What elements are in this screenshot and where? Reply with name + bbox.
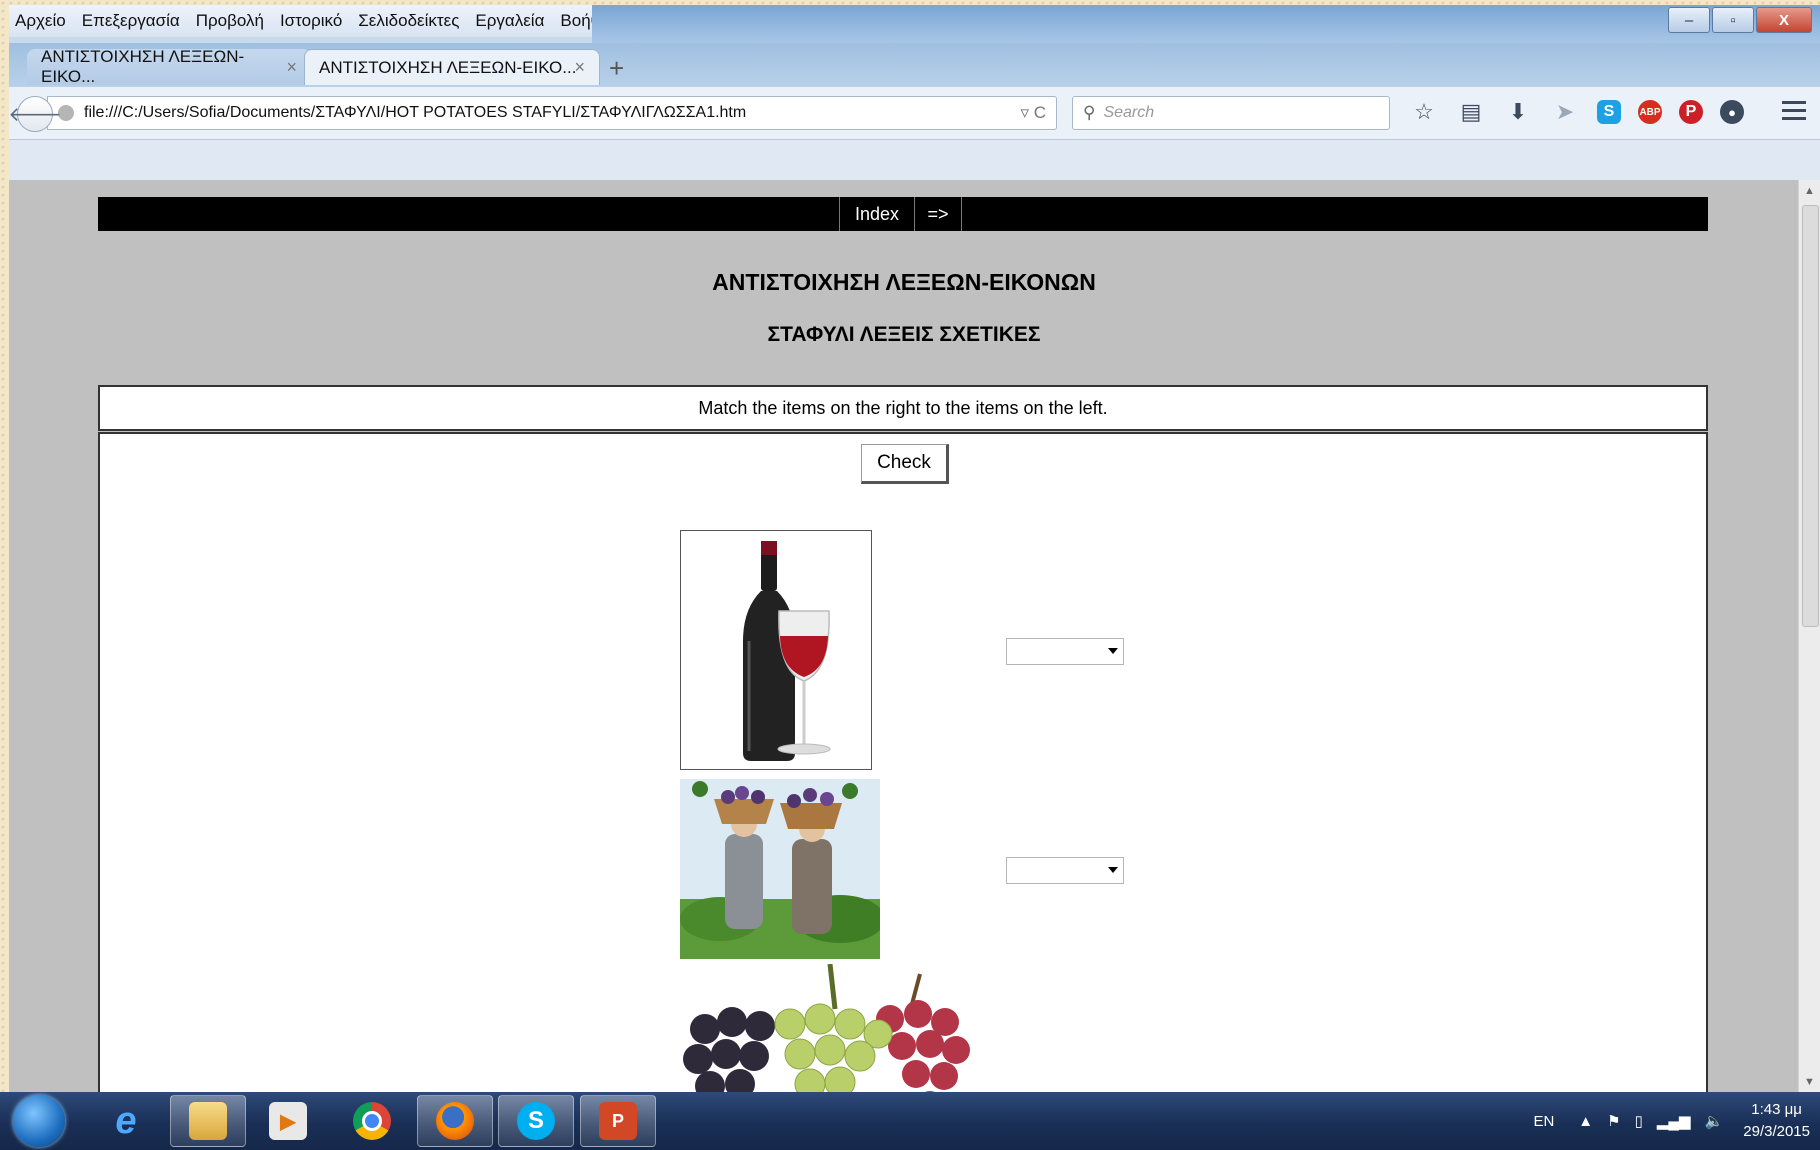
firefox-icon bbox=[436, 1102, 474, 1140]
search-icon: ⚲ bbox=[1083, 103, 1096, 122]
tab-1[interactable]: ΑΝΤΙΣΤΟΙΧΗΣΗ ΛΕΞΕΩΝ-ΕΙΚΟ... × bbox=[27, 47, 311, 86]
scrollbar-thumb[interactable] bbox=[1802, 205, 1819, 627]
wine-image bbox=[680, 530, 872, 770]
chevron-down-icon bbox=[1108, 648, 1118, 654]
scroll-down-icon[interactable]: ▼ bbox=[1804, 1076, 1815, 1088]
taskbar-app-media-player[interactable]: ▶ bbox=[250, 1095, 326, 1147]
adblock-icon[interactable]: ABP bbox=[1638, 100, 1662, 124]
clock-date: 29/3/2015 bbox=[1743, 1123, 1810, 1140]
maximize-button[interactable]: ▫ bbox=[1712, 7, 1754, 33]
tab-strip: ΑΝΤΙΣΤΟΙΧΗΣΗ ΛΕΞΕΩΝ-ΕΙΚΟ... × ΑΝΤΙΣΤΟΙΧΗ… bbox=[9, 43, 1820, 87]
harvest-image bbox=[680, 779, 885, 959]
language-indicator[interactable]: EN bbox=[1533, 1113, 1554, 1130]
reload-icon[interactable]: ▿ C bbox=[1020, 103, 1046, 123]
page-subtitle: ΣΤΑΦΥΛΙ ΛΕΞΕΙΣ ΣΧΕΤΙΚΕΣ bbox=[767, 323, 1041, 346]
volume-icon[interactable]: 🔈 bbox=[1705, 1112, 1724, 1130]
taskbar-app-internet-explorer[interactable]: e bbox=[88, 1095, 164, 1147]
menu-edit[interactable]: Επεξεργασία bbox=[82, 11, 180, 31]
folder-icon bbox=[189, 1102, 227, 1140]
grapes-image bbox=[680, 963, 1000, 1092]
back-button[interactable]: 🡐 bbox=[9, 96, 62, 132]
index-button[interactable]: Index bbox=[839, 197, 915, 231]
menu-history[interactable]: Ιστορικό bbox=[280, 11, 342, 31]
menu-bookmarks[interactable]: Σελιδοδείκτες bbox=[358, 11, 459, 31]
reading-list-icon[interactable]: ▤ bbox=[1456, 95, 1486, 129]
tab-close-icon[interactable]: × bbox=[574, 57, 585, 78]
match-select-2[interactable] bbox=[1006, 857, 1124, 884]
url-text: file:///C:/Users/Sofia/Documents/ΣΤΑΦΥΛΙ… bbox=[84, 104, 747, 121]
page-title: ΑΝΤΙΣΤΟΙΧΗΣΗ ΛΕΞΕΩΝ-ΕΙΚΟΝΩΝ bbox=[712, 269, 1096, 295]
taskbar-app-file-explorer[interactable] bbox=[170, 1095, 246, 1147]
star-icon[interactable]: ☆ bbox=[1409, 95, 1439, 129]
menu-file[interactable]: Αρχείο bbox=[15, 11, 66, 31]
media-player-icon: ▶ bbox=[269, 1102, 307, 1140]
search-placeholder: Search bbox=[1103, 104, 1155, 121]
menu-bar: Αρχείο Επεξεργασία Προβολή Ιστορικό Σελι… bbox=[9, 5, 621, 37]
chrome-icon bbox=[353, 1102, 391, 1140]
action-center-flag-icon[interactable]: ⚑ bbox=[1607, 1112, 1620, 1130]
back-arrow-icon: 🡐 bbox=[9, 103, 62, 126]
system-tray: EN ▲ ⚑ ▯ ▂▄▆ 🔈 1:43 μμ 29/3/2015 bbox=[1533, 1092, 1810, 1150]
tab-close-icon[interactable]: × bbox=[286, 57, 297, 78]
download-icon[interactable]: ⬇ bbox=[1503, 95, 1533, 129]
web-page: Index => ΑΝΤΙΣΤΟΙΧΗΣΗ ΛΕΞΕΩΝ-ΕΙΚΟΝΩΝ ΣΤΑ… bbox=[9, 180, 1799, 1092]
chat-icon[interactable]: ● bbox=[1720, 100, 1744, 124]
next-button[interactable]: => bbox=[914, 197, 962, 231]
powerpoint-icon: P bbox=[599, 1102, 637, 1140]
taskbar-app-chrome[interactable] bbox=[334, 1095, 410, 1147]
taskbar-app-powerpoint[interactable]: P bbox=[580, 1095, 656, 1147]
scroll-up-icon[interactable]: ▲ bbox=[1804, 185, 1815, 197]
check-button[interactable]: Check bbox=[861, 444, 949, 484]
battery-icon[interactable]: ▯ bbox=[1635, 1112, 1643, 1130]
toolbar-icons: ☆ ▤ ⬇ ➤ S ABP P ● bbox=[1409, 95, 1761, 129]
exercise-nav-bar: Index => bbox=[98, 197, 1708, 231]
taskbar-app-skype[interactable]: S bbox=[498, 1095, 574, 1147]
vertical-scrollbar[interactable]: ▲ ▼ bbox=[1798, 180, 1820, 1092]
show-hidden-icons-icon[interactable]: ▲ bbox=[1578, 1113, 1593, 1130]
browser-window: Αρχείο Επεξεργασία Προβολή Ιστορικό Σελι… bbox=[9, 5, 1820, 1092]
navigation-bar: file:///C:/Users/Sofia/Documents/ΣΤΑΦΥΛΙ… bbox=[9, 87, 1820, 140]
internet-explorer-icon: e bbox=[115, 1099, 137, 1142]
minimize-button[interactable]: – bbox=[1668, 7, 1710, 33]
instructions: Match the items on the right to the item… bbox=[98, 385, 1708, 431]
menu-icon[interactable] bbox=[1782, 101, 1806, 125]
pinterest-icon[interactable]: P bbox=[1679, 100, 1703, 124]
match-select-1[interactable] bbox=[1006, 638, 1124, 665]
skype-icon[interactable]: S bbox=[1597, 100, 1621, 124]
menu-view[interactable]: Προβολή bbox=[196, 11, 264, 31]
skype-icon: S bbox=[517, 1102, 555, 1140]
clock-time: 1:43 μμ bbox=[1751, 1101, 1802, 1118]
tab-2-active[interactable]: ΑΝΤΙΣΤΟΙΧΗΣΗ ΛΕΞΕΩΝ-ΕΙΚΟ... × bbox=[304, 49, 600, 85]
url-bar[interactable]: file:///C:/Users/Sofia/Documents/ΣΤΑΦΥΛΙ… bbox=[47, 96, 1057, 130]
chevron-down-icon bbox=[1108, 867, 1118, 873]
menu-tools[interactable]: Εργαλεία bbox=[475, 11, 544, 31]
new-tab-button[interactable]: + bbox=[609, 53, 624, 84]
taskbar: e ▶ S P EN ▲ ⚑ ▯ ▂▄▆ 🔈 1:43 μμ 29/3/2015 bbox=[0, 1092, 1820, 1150]
exercise-area: Check bbox=[98, 432, 1708, 1092]
start-button[interactable] bbox=[13, 1095, 65, 1147]
network-signal-icon[interactable]: ▂▄▆ bbox=[1657, 1112, 1691, 1130]
title-bar: – ▫ X bbox=[592, 5, 1820, 43]
search-input[interactable]: ⚲ Search bbox=[1072, 96, 1390, 130]
close-button[interactable]: X bbox=[1756, 7, 1812, 33]
taskbar-app-firefox[interactable] bbox=[417, 1095, 493, 1147]
clock[interactable]: 1:43 μμ 29/3/2015 bbox=[1743, 1099, 1810, 1143]
bookmarks-toolbar bbox=[9, 140, 1820, 180]
tab-label: ΑΝΤΙΣΤΟΙΧΗΣΗ ΛΕΞΕΩΝ-ΕΙΚΟ... bbox=[41, 47, 245, 86]
send-icon[interactable]: ➤ bbox=[1550, 95, 1580, 129]
tab-label: ΑΝΤΙΣΤΟΙΧΗΣΗ ΛΕΞΕΩΝ-ΕΙΚΟ... bbox=[319, 57, 577, 77]
